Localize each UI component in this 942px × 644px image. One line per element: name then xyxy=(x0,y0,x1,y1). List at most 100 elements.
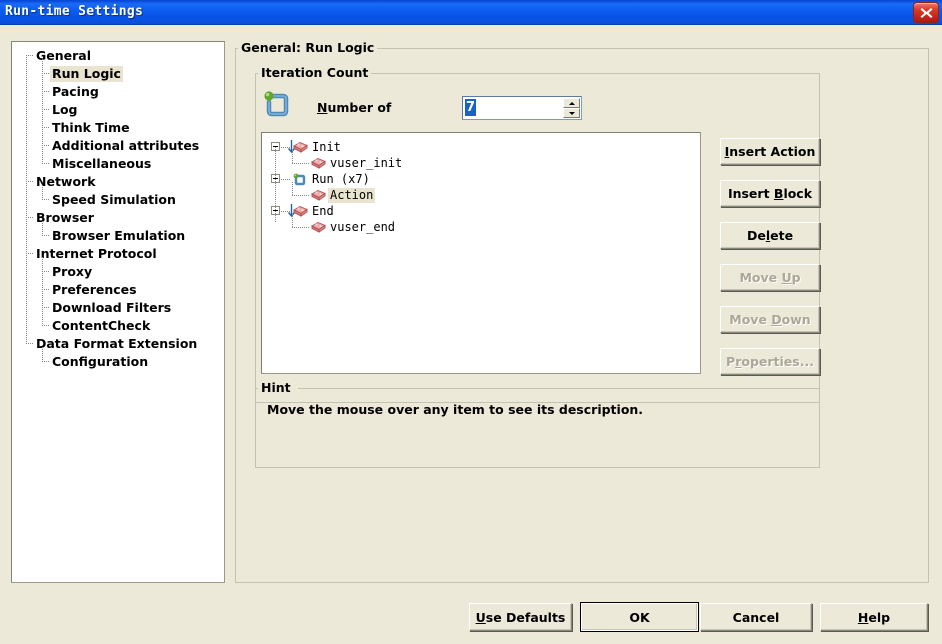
tree-connector xyxy=(26,217,33,218)
sidebar-item-label: Proxy xyxy=(52,264,93,279)
sidebar-item-log[interactable]: Log xyxy=(12,101,224,119)
sidebar-item-label: Preferences xyxy=(52,282,137,297)
sidebar-item-label: Log xyxy=(52,102,78,117)
button-label: Properties... xyxy=(726,354,814,369)
tree-connector xyxy=(42,145,49,146)
insert-action-button[interactable]: Insert Action xyxy=(720,138,820,165)
action-tree-node-label: vuser_init xyxy=(330,156,403,170)
insert-block-button[interactable]: Insert Block xyxy=(720,180,820,207)
hint-text: Move the mouse over any item to see its … xyxy=(267,402,644,417)
tree-connector xyxy=(26,343,33,344)
sidebar-item-proxy[interactable]: Proxy xyxy=(12,263,224,281)
sidebar-item-internet-protocol[interactable]: Internet Protocol xyxy=(12,245,224,263)
tree-connector xyxy=(26,181,33,182)
sidebar-item-label: Miscellaneous xyxy=(52,156,152,171)
action-tree-node-label: End xyxy=(312,204,334,218)
sidebar-item-general[interactable]: General xyxy=(12,47,224,65)
tree-connector xyxy=(42,185,43,200)
button-label: Move Up xyxy=(739,270,801,285)
action-tree-node[interactable]: Run (x7) xyxy=(262,171,698,188)
chevron-up-icon xyxy=(569,102,575,105)
iteration-count-group-title: Iteration Count xyxy=(258,65,372,80)
button-label: Help xyxy=(857,609,891,625)
sidebar-item-speed-simulation[interactable]: Speed Simulation xyxy=(12,191,224,209)
tree-connector xyxy=(42,307,49,308)
tree-connector xyxy=(42,199,49,200)
tree-connector xyxy=(42,271,49,272)
sidebar-item-additional-attributes[interactable]: Additional attributes xyxy=(12,137,224,155)
button-label: Move Down xyxy=(729,312,811,327)
tree-connector xyxy=(42,361,49,362)
window-title: Run-time Settings xyxy=(5,4,144,19)
tree-connector xyxy=(42,325,49,326)
iterations-spinner[interactable]: 7 xyxy=(462,96,582,120)
tree-connector xyxy=(42,235,49,236)
sidebar-item-contentcheck[interactable]: ContentCheck xyxy=(12,317,224,335)
sidebar-item-preferences[interactable]: Preferences xyxy=(12,281,224,299)
sidebar-item-label: Pacing xyxy=(52,84,99,99)
main-content-area: General: Run Logic Iteration Count Numbe… xyxy=(235,40,929,583)
sidebar-item-label: Speed Simulation xyxy=(52,192,176,207)
spinner-up-button[interactable] xyxy=(563,98,580,108)
sidebar-item-label: Download Filters xyxy=(52,300,172,315)
tree-connector xyxy=(292,227,309,228)
action-tree-node[interactable]: vuser_init xyxy=(262,155,698,172)
sidebar-item-label: Run Logic xyxy=(50,66,123,82)
settings-category-tree[interactable]: General Run Logic Pacing Log Think Time Addit… xyxy=(11,41,225,583)
iterations-value[interactable]: 7 xyxy=(465,99,477,116)
tree-connector xyxy=(26,55,33,56)
ok-button[interactable]: OK xyxy=(581,603,698,631)
sidebar-item-download-filters[interactable]: Download Filters xyxy=(12,299,224,317)
tree-connector xyxy=(292,195,309,196)
tree-connector xyxy=(42,257,43,326)
button-label: OK xyxy=(629,609,650,625)
tree-connector xyxy=(42,59,43,164)
action-tree-node[interactable]: vuser_end xyxy=(262,219,698,236)
sidebar-item-browser[interactable]: Browser xyxy=(12,209,224,227)
chevron-down-icon xyxy=(569,112,575,115)
cancel-button[interactable]: Cancel xyxy=(700,603,812,631)
number-of-iterations-label: Number of xyxy=(317,100,392,115)
action-tree-node[interactable]: Init xyxy=(262,139,698,156)
button-label: Cancel xyxy=(732,609,780,625)
move-down-button: Move Down xyxy=(720,306,820,333)
tree-connector xyxy=(26,55,27,344)
loop-iteration-icon xyxy=(261,89,291,119)
block-icon xyxy=(311,221,326,233)
sidebar-item-browser-emulation[interactable]: Browser Emulation xyxy=(12,227,224,245)
close-icon xyxy=(920,8,933,18)
spinner-down-button[interactable] xyxy=(563,108,580,118)
sidebar-item-network[interactable]: Network xyxy=(12,173,224,191)
action-tree-view[interactable]: Init vuser_init Run (x7) Action End vuser_end xyxy=(261,132,701,374)
sidebar-item-think-time[interactable]: Think Time xyxy=(12,119,224,137)
block-icon xyxy=(311,189,326,201)
sidebar-item-label: Configuration xyxy=(52,354,149,369)
button-label: Insert Action xyxy=(724,144,816,159)
tree-connector xyxy=(281,179,291,180)
close-button[interactable] xyxy=(913,2,939,23)
sidebar-item-miscellaneous[interactable]: Miscellaneous xyxy=(12,155,224,173)
sidebar-item-label: Data Format Extension xyxy=(36,336,198,351)
sidebar-item-configuration[interactable]: Configuration xyxy=(12,353,224,371)
use-defaults-button[interactable]: Use Defaults xyxy=(469,603,572,631)
button-label: Use Defaults xyxy=(475,609,566,625)
tree-connector xyxy=(275,147,276,223)
sidebar-item-pacing[interactable]: Pacing xyxy=(12,83,224,101)
tree-connector xyxy=(42,73,49,74)
sidebar-item-label: Additional attributes xyxy=(52,138,200,153)
action-tree-node-label: Action xyxy=(328,188,376,203)
tree-connector xyxy=(42,127,49,128)
block-icon xyxy=(311,157,326,169)
sidebar-item-label: Network xyxy=(36,174,96,189)
action-tree-node-label: Init xyxy=(312,140,341,154)
sidebar-item-run-logic[interactable]: Run Logic xyxy=(12,65,224,83)
action-tree-node-label: vuser_end xyxy=(330,220,396,234)
help-button[interactable]: Help xyxy=(820,603,928,631)
sidebar-item-data-format-extension[interactable]: Data Format Extension xyxy=(12,335,224,353)
action-tree-node[interactable]: End xyxy=(262,203,698,220)
properties-button: Properties... xyxy=(720,348,820,375)
delete-button[interactable]: Delete xyxy=(720,222,820,249)
tree-connector xyxy=(26,253,33,254)
action-tree-node-label: Run (x7) xyxy=(312,172,370,186)
action-tree-node[interactable]: Action xyxy=(262,187,698,204)
